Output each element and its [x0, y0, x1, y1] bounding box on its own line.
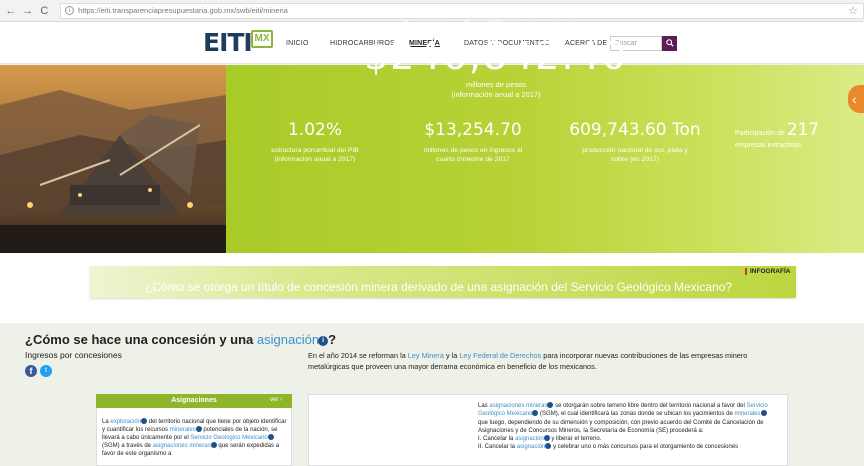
cr-t2: se otorgarán sobre terreno libre dentro …: [555, 403, 745, 409]
pib-value: $246,842.40: [364, 34, 628, 78]
cr-t3: (SGM), el cual identificará las zonas do…: [540, 411, 733, 418]
browser-toolbar: ← → C i https://eiti.transparenciapresup…: [0, 0, 864, 22]
mine-illustration: [0, 65, 226, 253]
stat-label-3: producción nacional de oro, plata y cobr…: [555, 146, 715, 164]
stat-label-1b: (información anual a 2017): [274, 156, 356, 163]
stat-label-3b: cobre (en 2017): [611, 156, 659, 163]
chevron-left-icon: ‹: [852, 91, 857, 107]
forward-icon[interactable]: →: [21, 4, 35, 18]
minerales-link[interactable]: minerales: [170, 427, 196, 433]
facebook-icon[interactable]: f: [25, 365, 37, 377]
title-prefix: ¿Cómo se hace una concesión y una: [25, 332, 254, 347]
participation-label: empresas extractivas: [735, 142, 802, 149]
stat-label-2b: cuarto trimestre de 2017: [436, 156, 510, 163]
intro-text: En el año 2014 se reforman la Ley Minera…: [308, 350, 788, 372]
bookmark-star-icon[interactable]: ☆: [848, 4, 858, 17]
stat-value-3: 609,743.60 Ton: [569, 120, 701, 140]
cr-t1: Las: [478, 403, 488, 409]
intro-part1: En el año 2014 se reforman la: [308, 351, 406, 360]
cr-item1-b: y liberar el terreno.: [551, 436, 602, 443]
participation-prefix: Participación de: [735, 130, 785, 137]
address-bar[interactable]: i https://eiti.transparenciapresupuestar…: [60, 2, 864, 19]
sgm-link[interactable]: Servicio Geológico Mexicano: [190, 435, 267, 441]
info-dot-icon[interactable]: [547, 402, 554, 408]
back-icon[interactable]: ←: [4, 4, 18, 18]
info-dot-icon[interactable]: [210, 442, 217, 448]
pib-unit: millones de pesos: [465, 80, 527, 89]
ley-minera-link[interactable]: Ley Minera: [408, 351, 444, 360]
intro-part2: y la: [445, 351, 458, 360]
info-dot-icon[interactable]: [543, 435, 550, 442]
title-suffix: ?: [328, 332, 337, 347]
info-dot-icon[interactable]: i: [318, 335, 329, 346]
asignacion-link[interactable]: asignación: [517, 444, 546, 450]
info-dot-icon[interactable]: [141, 418, 148, 424]
asignaciones-mineras-link[interactable]: asignaciones mineras: [153, 443, 211, 449]
mine-photo: [0, 65, 226, 253]
card-toggle[interactable]: ver ›: [270, 397, 282, 403]
minerales-link[interactable]: minerales: [734, 411, 760, 417]
stat-value-1: 1.02%: [287, 120, 342, 140]
asignacion-link[interactable]: asignación: [257, 332, 319, 347]
cr-item2-a: II. Cancelar la: [478, 444, 516, 451]
asignaciones-mineras-link[interactable]: asignaciones mineras: [489, 403, 547, 409]
pib-note: (información anual a 2017): [451, 90, 541, 99]
participation-block: Participación de 217 empresas extractiva…: [735, 122, 864, 152]
asignaciones-detail-text: Las asignaciones mineras se otorgarán so…: [478, 402, 778, 452]
infografia-tag: INFOGRAFÍA: [745, 268, 790, 275]
info-icon[interactable]: i: [65, 6, 75, 15]
ingresos-label: Ingresos por concesiones: [25, 350, 122, 360]
section-title: ¿Cómo se hace una concesión y una asigna…: [25, 332, 336, 347]
cr-item1-a: I. Cancelar la: [478, 436, 514, 443]
stat-label-1a: estructura porcentual del PIB: [271, 147, 359, 154]
stat-label-2a: millones de pesos en ingresos al: [423, 147, 523, 154]
pib-sub: millones de pesos (información anual a 2…: [226, 80, 766, 100]
url-text: https://eiti.transparenciapresupuestaria…: [78, 6, 288, 15]
info-dot-icon[interactable]: [532, 410, 539, 417]
info-dot-icon[interactable]: [760, 410, 767, 417]
asignacion-link[interactable]: asignación: [515, 436, 544, 442]
cr-item2-b: y celebrar uno o más concursos para el o…: [553, 444, 739, 451]
info-dot-icon[interactable]: [545, 443, 552, 450]
ley-federal-derechos-link[interactable]: Ley Federal de Derechos: [459, 351, 541, 360]
asignaciones-card-text: La exploración del territorio nacional q…: [102, 418, 288, 458]
participation-value: 217: [786, 120, 820, 140]
stat-label-1: estructura porcentual del PIB (informaci…: [250, 146, 380, 164]
exploracion-link[interactable]: exploración: [110, 419, 141, 425]
stat-label-2: millones de pesos en ingresos al cuarto …: [398, 146, 548, 164]
side-tab[interactable]: ‹: [848, 85, 864, 113]
pib-label: Producto Interno Bruto (PIB) de la extra…: [403, 20, 589, 29]
reload-icon[interactable]: C: [37, 4, 51, 18]
twitter-icon[interactable]: t: [40, 365, 52, 377]
asignaciones-card-title[interactable]: Asignaciones: [96, 394, 292, 408]
info-dot-icon[interactable]: [195, 426, 202, 432]
cr-t4: que luego, dependiendo de su dimensión y…: [478, 419, 764, 434]
cl-t4: (SGM) a través de: [102, 443, 152, 449]
cl-t1: La: [102, 419, 109, 425]
info-dot-icon[interactable]: [267, 434, 274, 440]
banner-text[interactable]: ¿Cómo se otorga un título de concesión m…: [145, 280, 732, 294]
stat-label-3a: producción nacional de oro, plata y: [582, 147, 688, 154]
stat-value-2: $13,254.70: [424, 120, 522, 140]
